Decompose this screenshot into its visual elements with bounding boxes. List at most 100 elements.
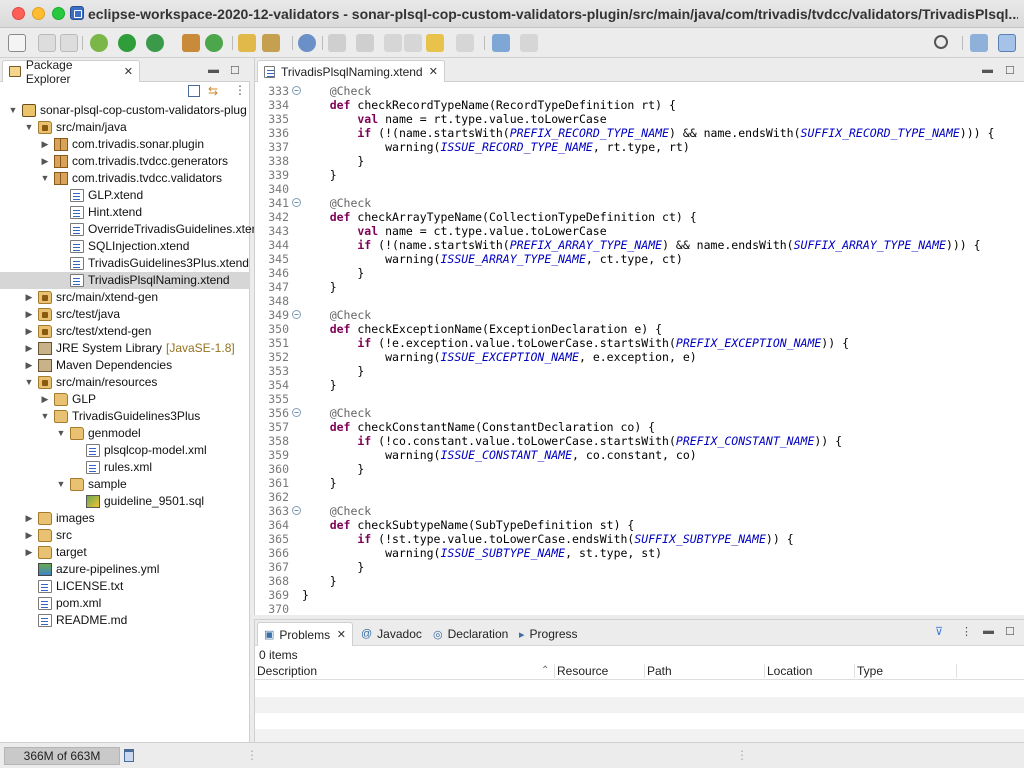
java-perspective-icon[interactable] bbox=[998, 34, 1016, 52]
tree-item[interactable]: ▼ sample bbox=[0, 476, 250, 493]
open-type-icon[interactable] bbox=[238, 34, 256, 52]
tree-item[interactable]: ▼ com.trivadis.tvdcc.validators bbox=[0, 170, 250, 187]
view-menu-icon[interactable]: ⋮ bbox=[961, 625, 972, 638]
close-icon[interactable]: ✕ bbox=[124, 65, 133, 78]
chevron-right-icon[interactable]: ▶ bbox=[24, 343, 34, 354]
tree-item[interactable]: ▶ Maven Dependencies bbox=[0, 357, 250, 374]
maximize-view-icon[interactable]: ☐ bbox=[230, 64, 240, 77]
chevron-down-icon[interactable]: ▼ bbox=[56, 479, 66, 489]
tab-declaration[interactable]: ◎ Declaration bbox=[427, 622, 508, 646]
chevron-down-icon[interactable]: ▼ bbox=[24, 377, 34, 387]
tree-item[interactable]: ▶ com.trivadis.sonar.plugin bbox=[0, 136, 250, 153]
tree-item[interactable]: azure-pipelines.yml bbox=[0, 561, 250, 578]
tree-item[interactable]: pom.xml bbox=[0, 595, 250, 612]
column-header[interactable]: Path bbox=[647, 664, 765, 678]
garbage-collect-icon[interactable] bbox=[124, 749, 134, 762]
tree-item[interactable]: ▶ target bbox=[0, 544, 250, 561]
perspective-icon[interactable] bbox=[970, 34, 988, 52]
close-icon[interactable]: ✕ bbox=[429, 65, 438, 78]
tree-item[interactable]: ▶ JRE System Library [JavaSE-1.8] bbox=[0, 340, 250, 357]
chevron-right-icon[interactable]: ▶ bbox=[24, 360, 34, 371]
open-task-icon[interactable] bbox=[262, 34, 280, 52]
tree-item[interactable]: guideline_9501.sql bbox=[0, 493, 250, 510]
tree-item[interactable]: ▼ genmodel bbox=[0, 425, 250, 442]
chevron-right-icon[interactable]: ▶ bbox=[24, 309, 34, 320]
previous-annotation-icon[interactable] bbox=[356, 34, 374, 52]
tree-item[interactable]: ▼ sonar-plsql-cop-custom-validators-plug bbox=[0, 102, 250, 119]
column-header[interactable]: Resource bbox=[557, 664, 645, 678]
tree-item[interactable]: ▶ images bbox=[0, 510, 250, 527]
collapse-all-icon[interactable] bbox=[188, 85, 200, 97]
next-annotation-icon[interactable] bbox=[328, 34, 346, 52]
maximize-view-icon[interactable]: ☐ bbox=[1005, 64, 1015, 77]
chevron-down-icon[interactable]: ▼ bbox=[24, 122, 34, 132]
new-package-icon[interactable] bbox=[182, 34, 200, 52]
chevron-right-icon[interactable]: ▶ bbox=[24, 547, 34, 558]
debug-icon[interactable] bbox=[90, 34, 108, 52]
tree-item[interactable]: ▶ src bbox=[0, 527, 250, 544]
fold-collapse-icon[interactable]: − bbox=[292, 506, 301, 515]
minimize-window-button[interactable] bbox=[32, 7, 45, 20]
tree-item[interactable]: ▶ src/test/xtend-gen bbox=[0, 323, 250, 340]
close-window-button[interactable] bbox=[12, 7, 25, 20]
tree-item[interactable]: ▶ src/main/xtend-gen bbox=[0, 289, 250, 306]
tab-package-explorer[interactable]: Package Explorer ✕ bbox=[2, 58, 140, 86]
fold-collapse-icon[interactable]: − bbox=[292, 86, 301, 95]
tree-item[interactable]: plsqlcop-model.xml bbox=[0, 442, 250, 459]
tree-item[interactable]: README.md bbox=[0, 612, 250, 629]
tree-item[interactable]: ▼ src/main/resources bbox=[0, 374, 250, 391]
external-tools-icon[interactable] bbox=[146, 34, 164, 52]
tree-item[interactable]: ▶ src/test/java bbox=[0, 306, 250, 323]
close-icon[interactable]: ✕ bbox=[337, 628, 346, 641]
tree-item[interactable]: SQLInjection.xtend bbox=[0, 238, 250, 255]
column-header[interactable]: Type bbox=[857, 664, 957, 678]
search-toolbar-icon[interactable] bbox=[298, 34, 316, 52]
tree-item[interactable]: Hint.xtend bbox=[0, 204, 250, 221]
chevron-right-icon[interactable]: ▶ bbox=[24, 513, 34, 524]
back-icon[interactable] bbox=[426, 34, 444, 52]
pin-editor-icon[interactable] bbox=[520, 34, 538, 52]
tree-item[interactable]: TrivadisPlsqlNaming.xtend bbox=[0, 272, 250, 289]
chevron-right-icon[interactable]: ▶ bbox=[24, 326, 34, 337]
sort-ascending-icon[interactable]: ⌃ bbox=[541, 665, 549, 676]
minimize-view-icon[interactable]: ▬ bbox=[208, 64, 219, 76]
tree-item[interactable]: GLP.xtend bbox=[0, 187, 250, 204]
fold-collapse-icon[interactable]: − bbox=[292, 408, 301, 417]
tree-item[interactable]: TrivadisGuidelines3Plus.xtend bbox=[0, 255, 250, 272]
maximize-window-button[interactable] bbox=[52, 7, 65, 20]
tree-item[interactable]: OverrideTrivadisGuidelines.xtend bbox=[0, 221, 265, 238]
chevron-right-icon[interactable]: ▶ bbox=[24, 530, 34, 541]
chevron-down-icon[interactable]: ▼ bbox=[40, 173, 50, 183]
tree-item[interactable]: LICENSE.txt bbox=[0, 578, 250, 595]
search-icon[interactable] bbox=[934, 35, 948, 49]
tab-progress[interactable]: ▸ Progress bbox=[513, 622, 578, 646]
save-all-icon[interactable] bbox=[60, 34, 78, 52]
tab-trivadis-plsql-naming[interactable]: TrivadisPlsqlNaming.xtend ✕ bbox=[257, 60, 445, 82]
tab-problems[interactable]: ▣ Problems ✕ bbox=[257, 622, 353, 646]
code-editor[interactable]: 333− @Check 334 def checkRecordTypeName(R… bbox=[255, 82, 1024, 615]
chevron-down-icon[interactable]: ▼ bbox=[56, 428, 66, 438]
minimize-view-icon[interactable]: ▬ bbox=[982, 64, 993, 76]
tree-item[interactable]: rules.xml bbox=[0, 459, 250, 476]
new-class-icon[interactable] bbox=[205, 34, 223, 52]
column-header[interactable]: Location bbox=[767, 664, 855, 678]
chevron-right-icon[interactable]: ▶ bbox=[40, 394, 50, 405]
tree-item[interactable]: ▼ src/main/java bbox=[0, 119, 250, 136]
chevron-right-icon[interactable]: ▶ bbox=[40, 139, 50, 150]
chevron-down-icon[interactable]: ▼ bbox=[40, 411, 50, 421]
new-icon[interactable] bbox=[8, 34, 26, 52]
tab-javadoc[interactable]: @ Javadoc bbox=[355, 622, 422, 646]
chevron-right-icon[interactable]: ▶ bbox=[24, 292, 34, 303]
tree-item[interactable]: ▶ GLP bbox=[0, 391, 250, 408]
link-with-editor-icon[interactable]: ⇆ bbox=[208, 84, 218, 98]
tree-item[interactable]: ▶ com.trivadis.tvdcc.generators bbox=[0, 153, 250, 170]
filter-icon[interactable]: ⊽ bbox=[935, 625, 943, 638]
last-edit-icon[interactable] bbox=[384, 34, 402, 52]
column-header[interactable]: Description bbox=[257, 664, 555, 678]
minimize-view-icon[interactable]: ▬ bbox=[983, 625, 994, 637]
maximize-view-icon[interactable]: ☐ bbox=[1005, 625, 1015, 638]
heap-status[interactable]: 366M of 663M bbox=[4, 747, 120, 765]
fold-collapse-icon[interactable]: − bbox=[292, 198, 301, 207]
run-icon[interactable] bbox=[118, 34, 136, 52]
chevron-down-icon[interactable]: ▼ bbox=[8, 105, 18, 115]
